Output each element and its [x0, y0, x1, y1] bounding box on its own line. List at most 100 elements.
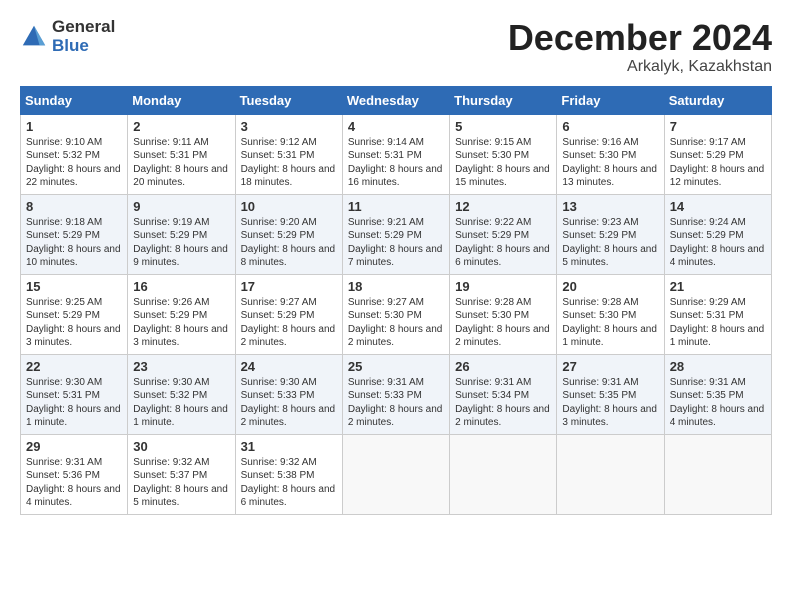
table-cell: 18 Sunrise: 9:27 AM Sunset: 5:30 PM Dayl… [342, 274, 449, 354]
sunset-label: Sunset: 5:37 PM [133, 470, 207, 481]
sunset-label: Sunset: 5:35 PM [670, 390, 744, 401]
sunrise-label: Sunrise: 9:30 AM [241, 377, 317, 388]
sunrise-label: Sunrise: 9:22 AM [455, 217, 531, 228]
daylight-label: Daylight: 8 hours and 4 minutes. [670, 244, 765, 269]
daylight-label: Daylight: 8 hours and 22 minutes. [26, 164, 121, 189]
sunset-label: Sunset: 5:33 PM [241, 390, 315, 401]
table-cell: 20 Sunrise: 9:28 AM Sunset: 5:30 PM Dayl… [557, 274, 664, 354]
sunrise-label: Sunrise: 9:16 AM [562, 137, 638, 148]
day-number: 15 [26, 279, 122, 294]
day-number: 28 [670, 359, 766, 374]
daylight-label: Daylight: 8 hours and 1 minute. [562, 324, 657, 349]
table-cell: 16 Sunrise: 9:26 AM Sunset: 5:29 PM Dayl… [128, 274, 235, 354]
col-friday: Friday [557, 86, 664, 114]
table-cell: 21 Sunrise: 9:29 AM Sunset: 5:31 PM Dayl… [664, 274, 771, 354]
sunrise-label: Sunrise: 9:25 AM [26, 297, 102, 308]
cell-content: Sunrise: 9:18 AM Sunset: 5:29 PM Dayligh… [26, 216, 122, 270]
col-saturday: Saturday [664, 86, 771, 114]
sunset-label: Sunset: 5:29 PM [26, 230, 100, 241]
daylight-label: Daylight: 8 hours and 6 minutes. [455, 244, 550, 269]
cell-content: Sunrise: 9:27 AM Sunset: 5:30 PM Dayligh… [348, 296, 444, 350]
sunrise-label: Sunrise: 9:12 AM [241, 137, 317, 148]
sunset-label: Sunset: 5:31 PM [26, 390, 100, 401]
daylight-label: Daylight: 8 hours and 10 minutes. [26, 244, 121, 269]
sunset-label: Sunset: 5:29 PM [241, 230, 315, 241]
title-block: December 2024 Arkalyk, Kazakhstan [508, 18, 772, 76]
table-cell: 8 Sunrise: 9:18 AM Sunset: 5:29 PM Dayli… [21, 194, 128, 274]
table-cell: 12 Sunrise: 9:22 AM Sunset: 5:29 PM Dayl… [450, 194, 557, 274]
sunset-label: Sunset: 5:29 PM [562, 230, 636, 241]
daylight-label: Daylight: 8 hours and 2 minutes. [348, 324, 443, 349]
daylight-label: Daylight: 8 hours and 3 minutes. [133, 324, 228, 349]
daylight-label: Daylight: 8 hours and 5 minutes. [133, 484, 228, 509]
sunrise-label: Sunrise: 9:29 AM [670, 297, 746, 308]
sunset-label: Sunset: 5:30 PM [562, 150, 636, 161]
col-wednesday: Wednesday [342, 86, 449, 114]
day-number: 5 [455, 119, 551, 134]
daylight-label: Daylight: 8 hours and 4 minutes. [26, 484, 121, 509]
sunrise-label: Sunrise: 9:21 AM [348, 217, 424, 228]
day-number: 6 [562, 119, 658, 134]
daylight-label: Daylight: 8 hours and 2 minutes. [241, 404, 336, 429]
sunrise-label: Sunrise: 9:17 AM [670, 137, 746, 148]
daylight-label: Daylight: 8 hours and 8 minutes. [241, 244, 336, 269]
sunset-label: Sunset: 5:29 PM [670, 150, 744, 161]
table-cell: 29 Sunrise: 9:31 AM Sunset: 5:36 PM Dayl… [21, 434, 128, 514]
sunset-label: Sunset: 5:34 PM [455, 390, 529, 401]
daylight-label: Daylight: 8 hours and 15 minutes. [455, 164, 550, 189]
table-cell [342, 434, 449, 514]
sunset-label: Sunset: 5:31 PM [133, 150, 207, 161]
daylight-label: Daylight: 8 hours and 13 minutes. [562, 164, 657, 189]
calendar-location: Arkalyk, Kazakhstan [508, 58, 772, 76]
day-number: 13 [562, 199, 658, 214]
daylight-label: Daylight: 8 hours and 18 minutes. [241, 164, 336, 189]
col-sunday: Sunday [21, 86, 128, 114]
day-number: 12 [455, 199, 551, 214]
table-cell: 25 Sunrise: 9:31 AM Sunset: 5:33 PM Dayl… [342, 354, 449, 434]
daylight-label: Daylight: 8 hours and 1 minute. [670, 324, 765, 349]
cell-content: Sunrise: 9:32 AM Sunset: 5:37 PM Dayligh… [133, 456, 229, 510]
sunset-label: Sunset: 5:29 PM [670, 230, 744, 241]
calendar-table: Sunday Monday Tuesday Wednesday Thursday… [20, 86, 772, 515]
day-number: 18 [348, 279, 444, 294]
daylight-label: Daylight: 8 hours and 7 minutes. [348, 244, 443, 269]
sunset-label: Sunset: 5:29 PM [133, 310, 207, 321]
daylight-label: Daylight: 8 hours and 12 minutes. [670, 164, 765, 189]
table-cell: 23 Sunrise: 9:30 AM Sunset: 5:32 PM Dayl… [128, 354, 235, 434]
table-cell: 1 Sunrise: 9:10 AM Sunset: 5:32 PM Dayli… [21, 114, 128, 194]
sunrise-label: Sunrise: 9:31 AM [670, 377, 746, 388]
sunset-label: Sunset: 5:30 PM [562, 310, 636, 321]
table-cell: 26 Sunrise: 9:31 AM Sunset: 5:34 PM Dayl… [450, 354, 557, 434]
table-cell: 6 Sunrise: 9:16 AM Sunset: 5:30 PM Dayli… [557, 114, 664, 194]
day-number: 11 [348, 199, 444, 214]
table-cell [664, 434, 771, 514]
cell-content: Sunrise: 9:31 AM Sunset: 5:33 PM Dayligh… [348, 376, 444, 430]
daylight-label: Daylight: 8 hours and 2 minutes. [241, 324, 336, 349]
sunrise-label: Sunrise: 9:15 AM [455, 137, 531, 148]
calendar-week-2: 8 Sunrise: 9:18 AM Sunset: 5:29 PM Dayli… [21, 194, 772, 274]
cell-content: Sunrise: 9:30 AM Sunset: 5:33 PM Dayligh… [241, 376, 337, 430]
day-number: 3 [241, 119, 337, 134]
sunset-label: Sunset: 5:33 PM [348, 390, 422, 401]
logo-text: General Blue [52, 18, 115, 55]
sunset-label: Sunset: 5:29 PM [348, 230, 422, 241]
cell-content: Sunrise: 9:14 AM Sunset: 5:31 PM Dayligh… [348, 136, 444, 190]
sunrise-label: Sunrise: 9:31 AM [562, 377, 638, 388]
cell-content: Sunrise: 9:19 AM Sunset: 5:29 PM Dayligh… [133, 216, 229, 270]
cell-content: Sunrise: 9:30 AM Sunset: 5:31 PM Dayligh… [26, 376, 122, 430]
calendar-title: December 2024 [508, 18, 772, 58]
sunset-label: Sunset: 5:32 PM [26, 150, 100, 161]
sunset-label: Sunset: 5:30 PM [455, 310, 529, 321]
day-number: 19 [455, 279, 551, 294]
sunrise-label: Sunrise: 9:19 AM [133, 217, 209, 228]
table-cell: 10 Sunrise: 9:20 AM Sunset: 5:29 PM Dayl… [235, 194, 342, 274]
table-cell [450, 434, 557, 514]
sunrise-label: Sunrise: 9:31 AM [26, 457, 102, 468]
day-number: 17 [241, 279, 337, 294]
calendar-week-3: 15 Sunrise: 9:25 AM Sunset: 5:29 PM Dayl… [21, 274, 772, 354]
day-number: 20 [562, 279, 658, 294]
col-tuesday: Tuesday [235, 86, 342, 114]
cell-content: Sunrise: 9:31 AM Sunset: 5:36 PM Dayligh… [26, 456, 122, 510]
daylight-label: Daylight: 8 hours and 5 minutes. [562, 244, 657, 269]
day-number: 23 [133, 359, 229, 374]
